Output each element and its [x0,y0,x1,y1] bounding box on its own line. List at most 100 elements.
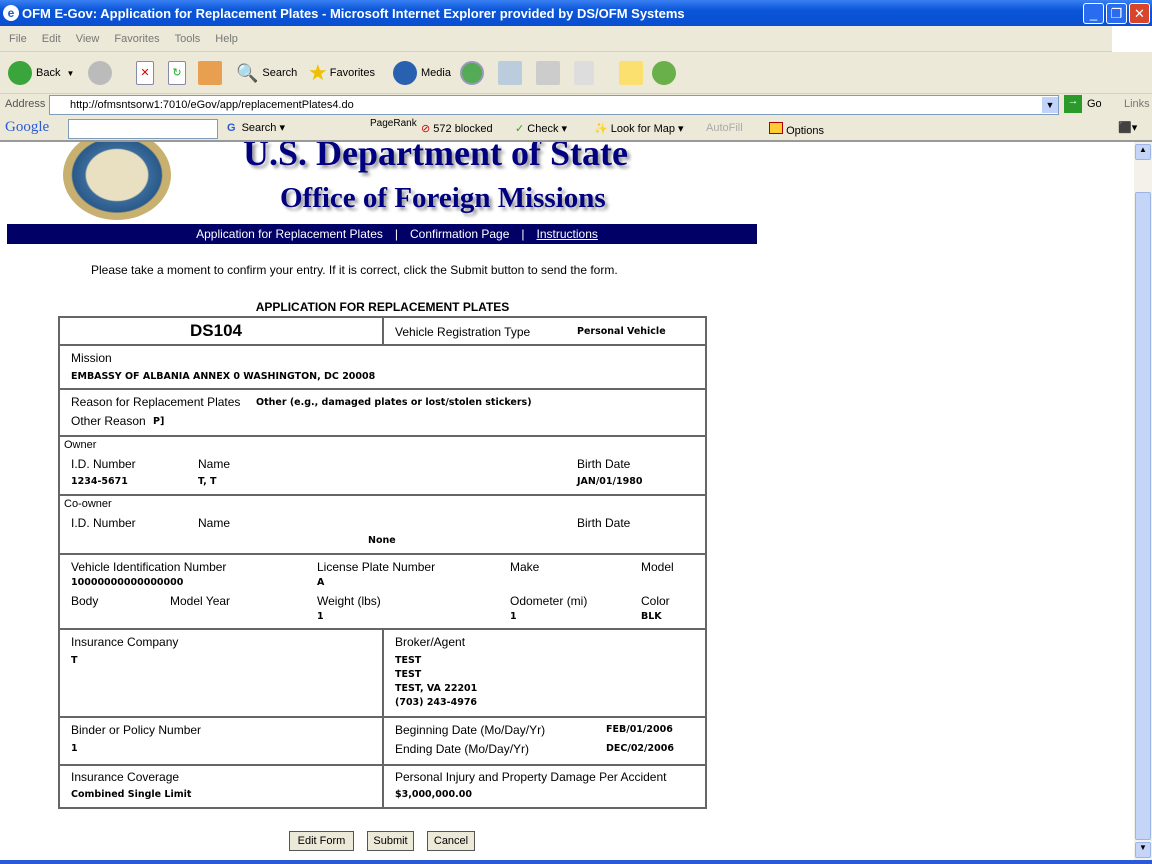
forward-button[interactable] [88,52,116,94]
policy-label: Binder or Policy Number [71,723,202,737]
form-row-reason: Reason for Replacement Plates Other (e.g… [58,390,707,437]
vertical-scrollbar[interactable]: ▲ ▼ [1134,142,1152,860]
home-button[interactable] [198,52,226,94]
favorites-button[interactable]: ★ Favorites [308,52,375,94]
body-label: Body [71,594,99,608]
form-row-vehicle: Vehicle Identification Number 1000000000… [58,555,707,630]
reg-type-label: Vehicle Registration Type [395,325,531,339]
odometer-value: 1 [510,611,517,622]
nav-application: Application for Replacement Plates [196,227,383,241]
broker-line: (703) 243-4976 [395,697,478,708]
history-icon [460,61,484,85]
popup-blocker-button[interactable]: ⊘ 572 blocked [421,122,493,135]
refresh-icon: ↻ [168,61,186,85]
weight-label: Weight (lbs) [317,594,381,608]
form-row-mission: Mission EMBASSY OF ALBANIA ANNEX 0 WASHI… [58,346,707,390]
links-button[interactable]: Links [1124,98,1150,110]
submit-button[interactable]: Submit [367,831,414,851]
address-dropdown-icon[interactable]: ▼ [1042,97,1058,113]
google-search-button[interactable]: G Search ▾ [227,121,285,134]
star-icon: ★ [308,60,328,85]
vin-label: Vehicle Identification Number [71,560,227,574]
injury-value: $3,000,000.00 [395,789,472,800]
injury-label: Personal Injury and Property Damage Per … [395,770,667,784]
nav-confirmation: Confirmation Page [410,227,510,241]
edit-button[interactable] [574,52,598,94]
go-arrow-icon: → [1064,95,1082,113]
nav-separator: | [521,227,525,241]
menu-edit[interactable]: Edit [42,33,61,45]
cancel-button[interactable]: Cancel [427,831,475,851]
coowner-section: Co-owner [64,498,112,510]
forward-arrow-icon [88,61,112,85]
google-g-icon: G [227,122,236,134]
spell-check-button[interactable]: ✓ Check ▾ [515,122,567,135]
color-value: BLK [641,611,662,622]
messenger-button[interactable] [652,52,680,94]
form-id: DS104 [190,321,242,340]
address-bar: Address http://ofmsntsorw1:7010/eGov/app… [0,94,1152,116]
coowner-value: None [368,535,396,546]
menu-bar: File Edit View Favorites Tools Help [0,26,1112,52]
search-button[interactable]: 🔍 Search [236,52,297,94]
toolbar: Back ▼ ✕ ↻ 🔍 Search ★ Favorites Media [0,52,1152,94]
scroll-up-button[interactable]: ▲ [1135,144,1151,160]
begin-date-value: FEB/01/2006 [606,724,673,735]
menu-favorites[interactable]: Favorites [114,33,159,45]
address-label: Address [5,98,46,110]
scroll-thumb[interactable] [1135,192,1151,840]
model-label: Model [641,560,674,574]
owner-name-value: T, T [198,476,217,487]
look-for-map-button[interactable]: ✨ Look for Map ▾ [594,122,684,135]
mail-icon [498,61,522,85]
back-button[interactable]: Back ▼ [8,52,74,94]
search-icon: 🔍 [236,62,259,83]
discuss-button[interactable] [619,52,647,94]
abc-check-icon: ✓ [515,123,525,135]
menu-file[interactable]: File [9,33,27,45]
form-row-coowner: Co-owner I.D. Number Name Birth Date Non… [58,496,707,555]
stop-button[interactable]: ✕ [136,52,158,94]
menu-help[interactable]: Help [215,33,238,45]
coowner-name-label: Name [198,516,231,530]
owner-name-label: Name [198,457,231,471]
options-button[interactable]: Options [769,122,824,137]
window-title: OFM E-Gov: Application for Replacement P… [22,5,685,21]
reason-value: Other (e.g., damaged plates or lost/stol… [256,397,532,408]
broker-line: TEST [395,669,422,680]
nav-instructions-link[interactable]: Instructions [537,227,598,241]
history-button[interactable] [460,52,488,94]
broker-line: TEST [395,655,422,666]
status-bar-edge [0,860,1152,864]
owner-birth-value: JAN/01/1980 [577,476,643,487]
address-input[interactable]: http://ofmsntsorw1:7010/eGov/app/replace… [49,95,1059,115]
menu-tools[interactable]: Tools [175,33,201,45]
menu-view[interactable]: View [76,33,100,45]
form-row-coverage: Insurance Coverage Combined Single Limit… [58,766,707,809]
google-search-input[interactable] [68,119,218,139]
plate-value: A [317,577,325,588]
google-logo[interactable]: Google [5,119,49,136]
media-button[interactable]: Media [393,52,451,94]
state-department-seal [63,142,171,220]
windows-logo-icon [1112,26,1152,52]
autofill-button[interactable]: AutoFill [706,122,743,134]
close-button[interactable]: ✕ [1129,3,1150,24]
end-date-value: DEC/02/2006 [606,743,674,754]
scroll-down-button[interactable]: ▼ [1135,842,1151,858]
intro-text: Please take a moment to confirm your ent… [91,263,618,277]
options-icon [769,122,783,134]
broker-label: Broker/Agent [395,635,466,649]
print-button[interactable] [536,52,564,94]
back-arrow-icon [8,61,32,85]
edit-form-button[interactable]: Edit Form [289,831,354,851]
minimize-button[interactable]: _ [1083,3,1104,24]
mail-button[interactable] [498,52,526,94]
go-button[interactable]: → Go [1064,95,1102,113]
insurance-company-label: Insurance Company [71,635,179,649]
pdf-icon[interactable]: ⬛▾ [1118,121,1137,134]
page-content: U.S. Department of State Office of Forei… [0,142,1134,860]
begin-date-label: Beginning Date (Mo/Day/Yr) [395,723,546,737]
restore-button[interactable]: ❐ [1106,3,1127,24]
refresh-button[interactable]: ↻ [168,52,190,94]
